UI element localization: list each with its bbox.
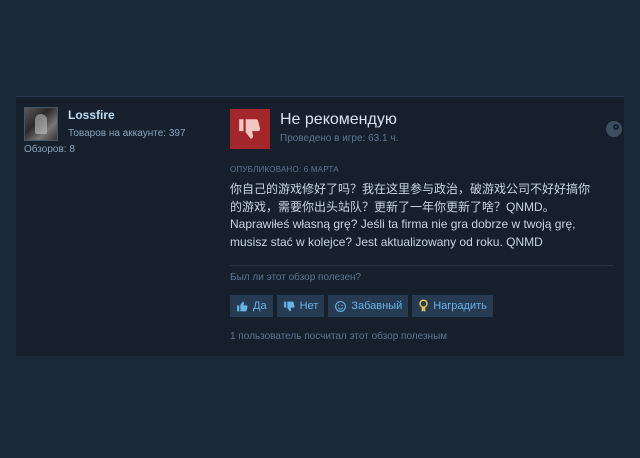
avatar[interactable] <box>24 107 58 141</box>
posted-date: ОПУБЛИКОВАНО: 6 МАРТА <box>230 165 339 174</box>
author-reviews-count[interactable]: Обзоров: 8 <box>24 144 75 155</box>
steam-icon <box>606 121 622 137</box>
helpful-question: Был ли этот обзор полезен? <box>230 272 362 283</box>
vote-buttons: Да Нет Забавный Наградить <box>230 295 493 317</box>
playtime: Проведено в игре: 63.1 ч. <box>280 133 399 144</box>
award-icon <box>418 299 429 313</box>
helpful-count: 1 пользователь посчитал этот обзор полез… <box>230 331 448 342</box>
verdict-title: Не рекомендую <box>280 111 397 128</box>
vote-funny-label: Забавный <box>351 300 403 312</box>
author-name[interactable]: Lossfire <box>68 108 115 122</box>
author-block: Lossfire Товаров на аккаунте: 397 Обзоро… <box>24 107 214 167</box>
smiley-icon <box>334 300 347 313</box>
vote-no-label: Нет <box>299 300 319 312</box>
thumbs-up-icon <box>236 300 249 313</box>
author-products-count[interactable]: Товаров на аккаунте: 397 <box>68 128 186 139</box>
thumbs-down-icon <box>283 300 296 313</box>
award-label: Наградить <box>433 300 487 312</box>
divider <box>230 265 614 266</box>
thumbs-down-icon <box>230 109 270 149</box>
vote-yes-label: Да <box>253 300 267 312</box>
award-button[interactable]: Наградить <box>412 295 493 317</box>
vote-no-button[interactable]: Нет <box>276 295 325 317</box>
vote-funny-button[interactable]: Забавный <box>328 295 409 317</box>
review-body: 你自己的游戏修好了吗？我在这里参与政治，破游戏公司不好好搞你 的游戏，需要你出头… <box>230 182 591 249</box>
review-panel: Lossfire Товаров на аккаунте: 397 Обзоро… <box>16 96 624 356</box>
vote-yes-button[interactable]: Да <box>230 295 273 317</box>
